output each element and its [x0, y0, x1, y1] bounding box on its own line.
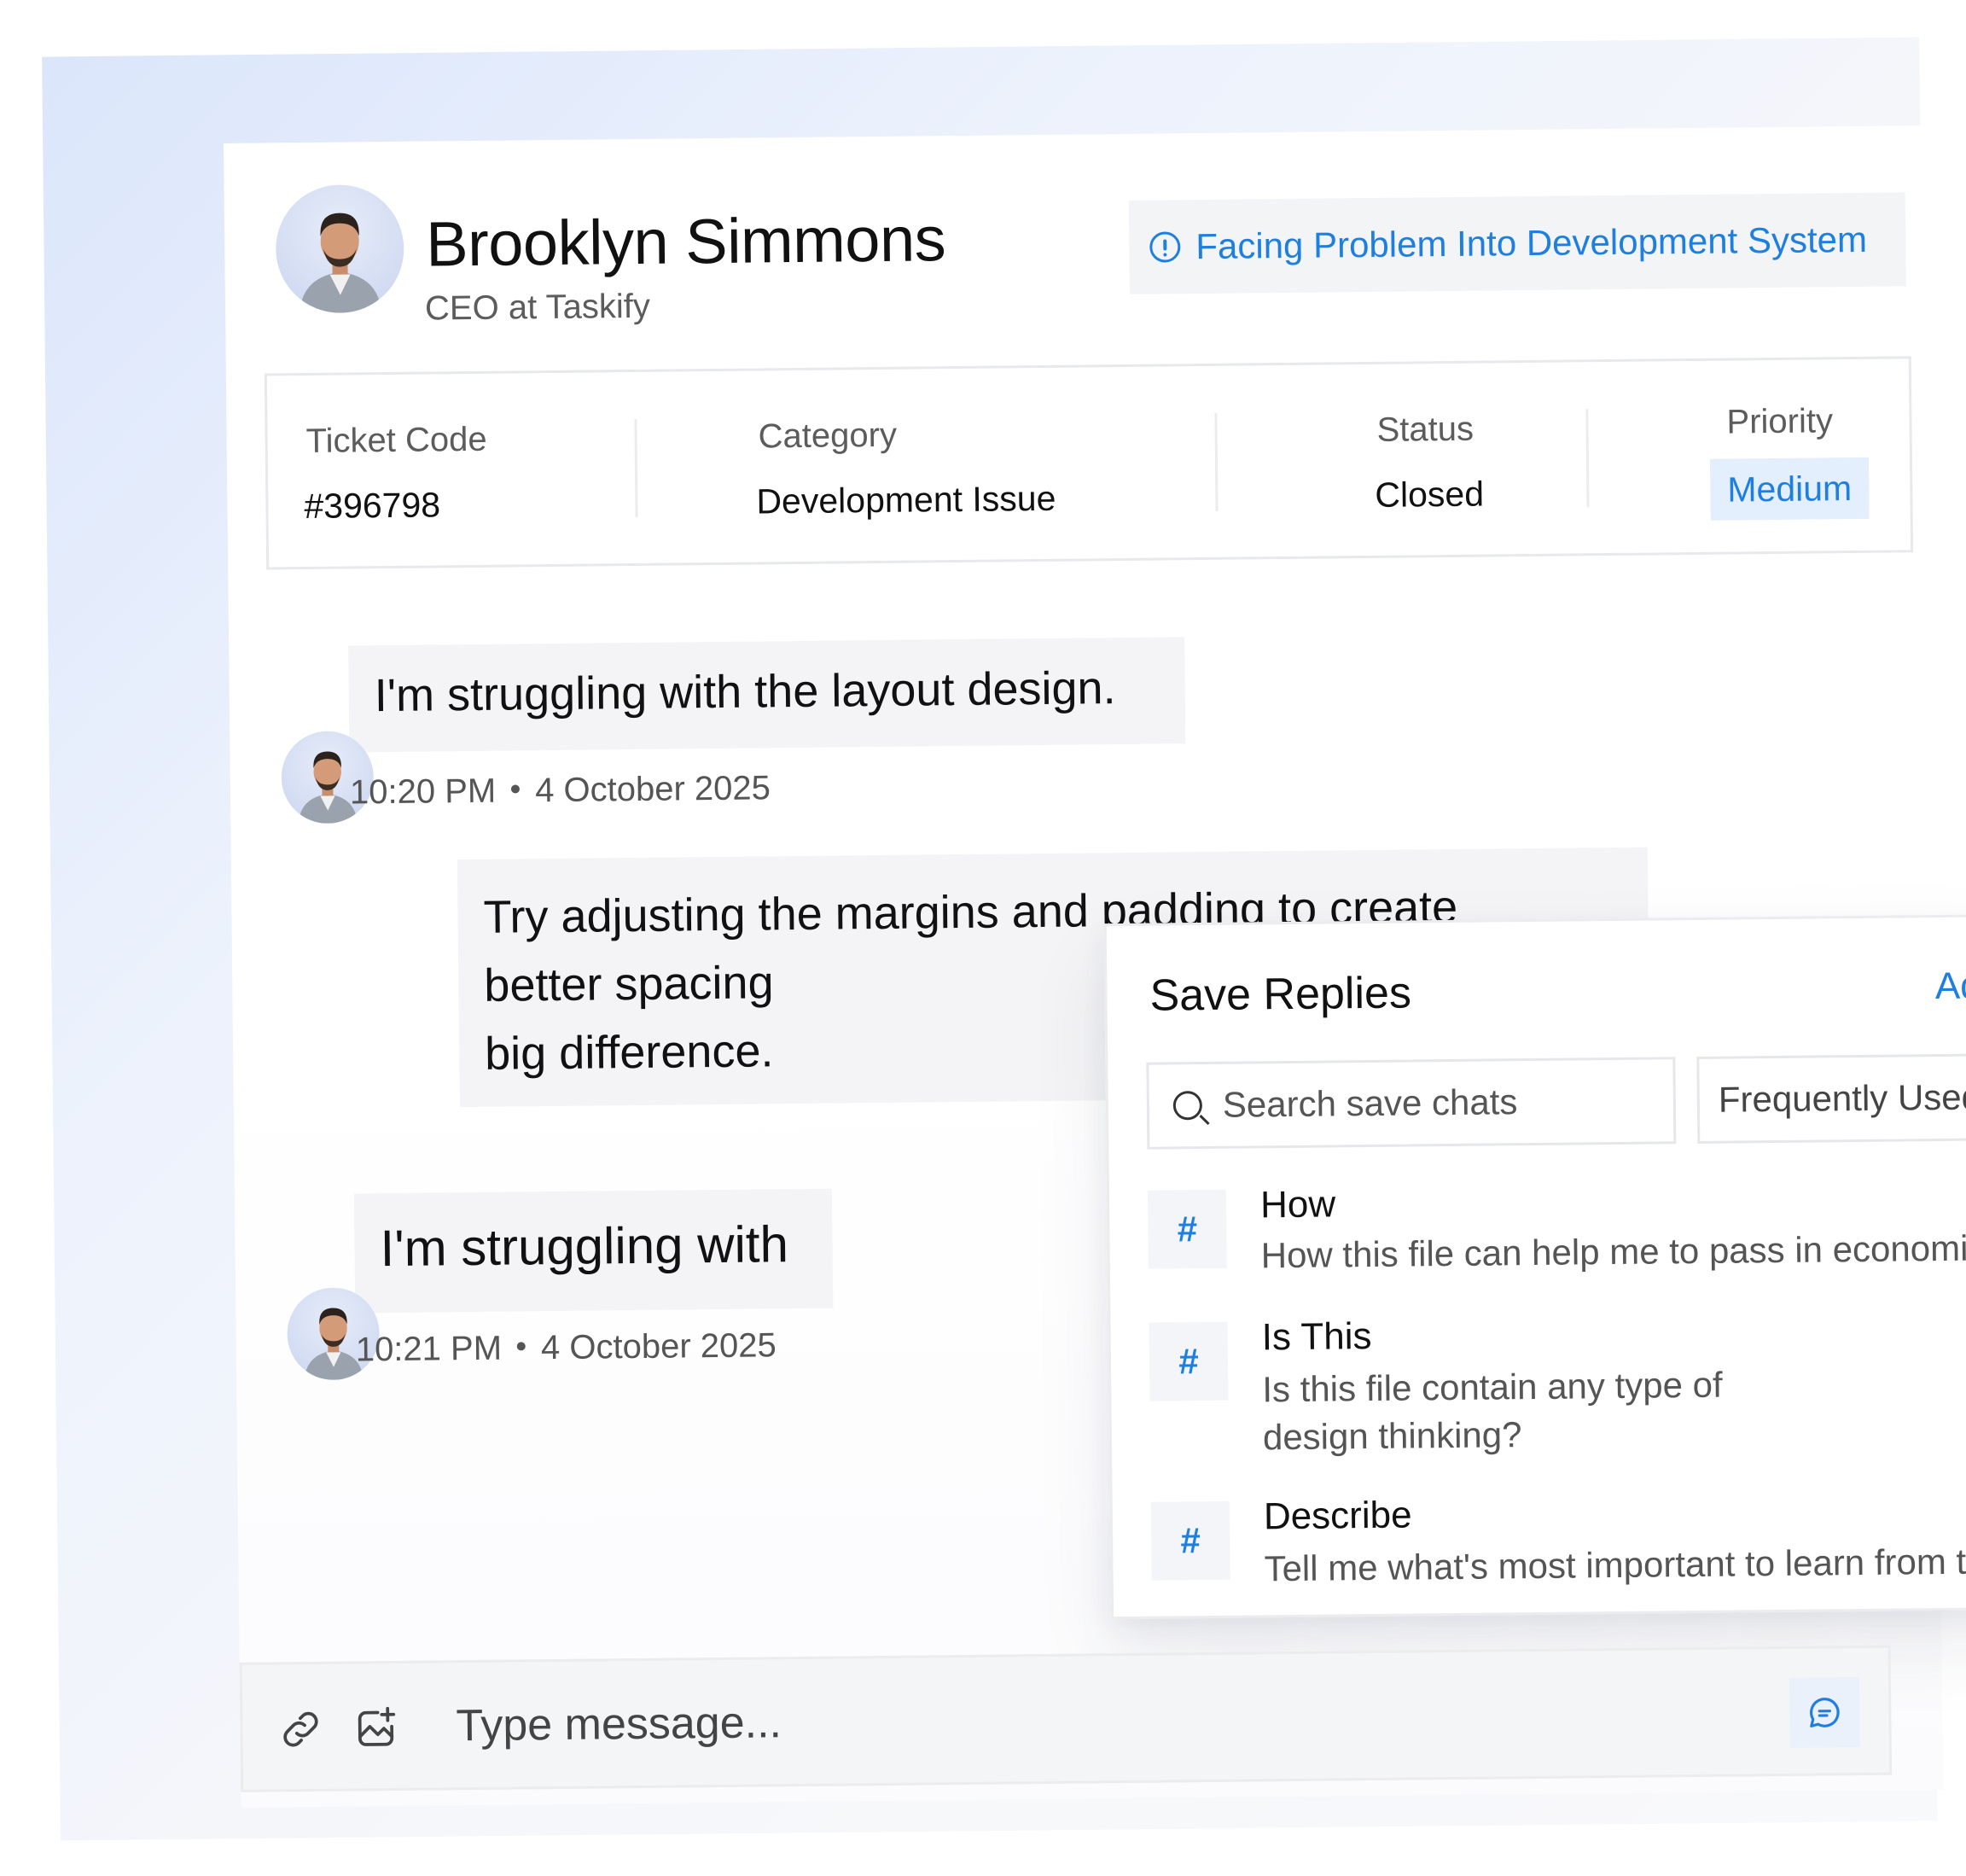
hash-icon: #: [1147, 1189, 1227, 1269]
saved-reply-item[interactable]: # How How this file can help me to pass …: [1147, 1180, 1966, 1293]
saved-replies-toggle-button[interactable]: [1789, 1677, 1860, 1748]
message-date: 4 October 2025: [534, 769, 771, 810]
message-timestamp: 10:20 PM 4 October 2025: [350, 769, 771, 812]
saved-reply-title: Is This: [1261, 1314, 1372, 1359]
profile-role: CEO at Taskify: [424, 287, 651, 328]
add-image-icon[interactable]: [352, 1704, 400, 1753]
message-date: 4 October 2025: [540, 1326, 777, 1367]
saved-reply-line: design thinking?: [1262, 1414, 1522, 1458]
saved-reply-item[interactable]: # Describe Tell me what's most important…: [1150, 1492, 1966, 1605]
ticket-code-label: Ticket Code: [305, 420, 487, 461]
saved-reply-item[interactable]: # Is This Is this file contain any type …: [1149, 1313, 1966, 1468]
message-timestamp: 10:21 PM 4 October 2025: [356, 1326, 777, 1369]
priority-label: Priority: [1726, 402, 1834, 441]
saved-replies-panel: Save Replies Add New Frequently Used # H…: [1103, 912, 1966, 1620]
add-new-button[interactable]: Add New: [1935, 964, 1966, 1008]
status-label: Status: [1376, 410, 1474, 449]
saved-reply-title: Describe: [1263, 1494, 1412, 1538]
message-bubble: I'm struggling with the layout design.: [348, 637, 1186, 753]
search-input[interactable]: [1222, 1080, 1667, 1126]
ticket-card: Brooklyn Simmons CEO at Taskify Facing P…: [224, 125, 1966, 1808]
status-value: Closed: [1375, 474, 1485, 515]
filter-dropdown[interactable]: Frequently Used: [1696, 1052, 1966, 1144]
hash-icon: #: [1150, 1500, 1230, 1581]
ticket-subject-text: Facing Problem Into Development System: [1195, 218, 1868, 267]
priority-badge: Medium: [1709, 457, 1870, 521]
message-bubble: I'm struggling with: [353, 1188, 834, 1314]
person-avatar-icon: [300, 213, 382, 314]
message-text: I'm struggling with: [380, 1215, 789, 1278]
screen: Brooklyn Simmons CEO at Taskify Facing P…: [0, 0, 1966, 1876]
message-composer: [239, 1645, 1893, 1792]
avatar: [275, 184, 405, 314]
profile-name: Brooklyn Simmons: [425, 203, 946, 280]
link-icon[interactable]: [276, 1705, 325, 1754]
hash-icon: #: [1149, 1321, 1229, 1401]
category-value: Development Issue: [756, 478, 1056, 521]
message-input[interactable]: [456, 1688, 1566, 1752]
ticket-meta: Ticket Code #396798 Category Development…: [264, 356, 1914, 570]
saved-reply-title: How: [1259, 1183, 1336, 1226]
category-label: Category: [758, 416, 898, 456]
search-icon: [1172, 1091, 1203, 1121]
ticket-subject: Facing Problem Into Development System: [1128, 192, 1906, 294]
separator-dot: [511, 784, 521, 794]
saved-reply-body: Tell me what's most important to learn f…: [1264, 1536, 1966, 1593]
saved-reply-body: How this file can help me to pass in eco…: [1260, 1224, 1966, 1279]
ticket-code-value: #396798: [304, 485, 441, 527]
saved-reply-body: Is this file contain any type of design …: [1262, 1361, 1723, 1462]
message-time: 10:21 PM: [355, 1329, 503, 1369]
separator-dot: [516, 1342, 526, 1351]
divider: [1214, 412, 1219, 511]
panel-title: Save Replies: [1149, 968, 1412, 1021]
saved-reply-line: Is this file contain any type of: [1262, 1364, 1723, 1410]
search-field[interactable]: [1146, 1057, 1677, 1150]
message-text: I'm struggling with the layout design.: [374, 662, 1116, 722]
saved-reply-line: Tell me what's most important to learn f…: [1264, 1540, 1966, 1589]
divider: [634, 418, 638, 517]
divider: [1585, 409, 1590, 508]
info-circle-icon: [1149, 231, 1181, 263]
saved-reply-line: How this file can help me to pass in eco…: [1260, 1226, 1966, 1276]
filter-value: Frequently Used: [1718, 1076, 1966, 1120]
chat-bubble-icon: [1810, 1698, 1840, 1727]
message-time: 10:20 PM: [349, 772, 497, 812]
